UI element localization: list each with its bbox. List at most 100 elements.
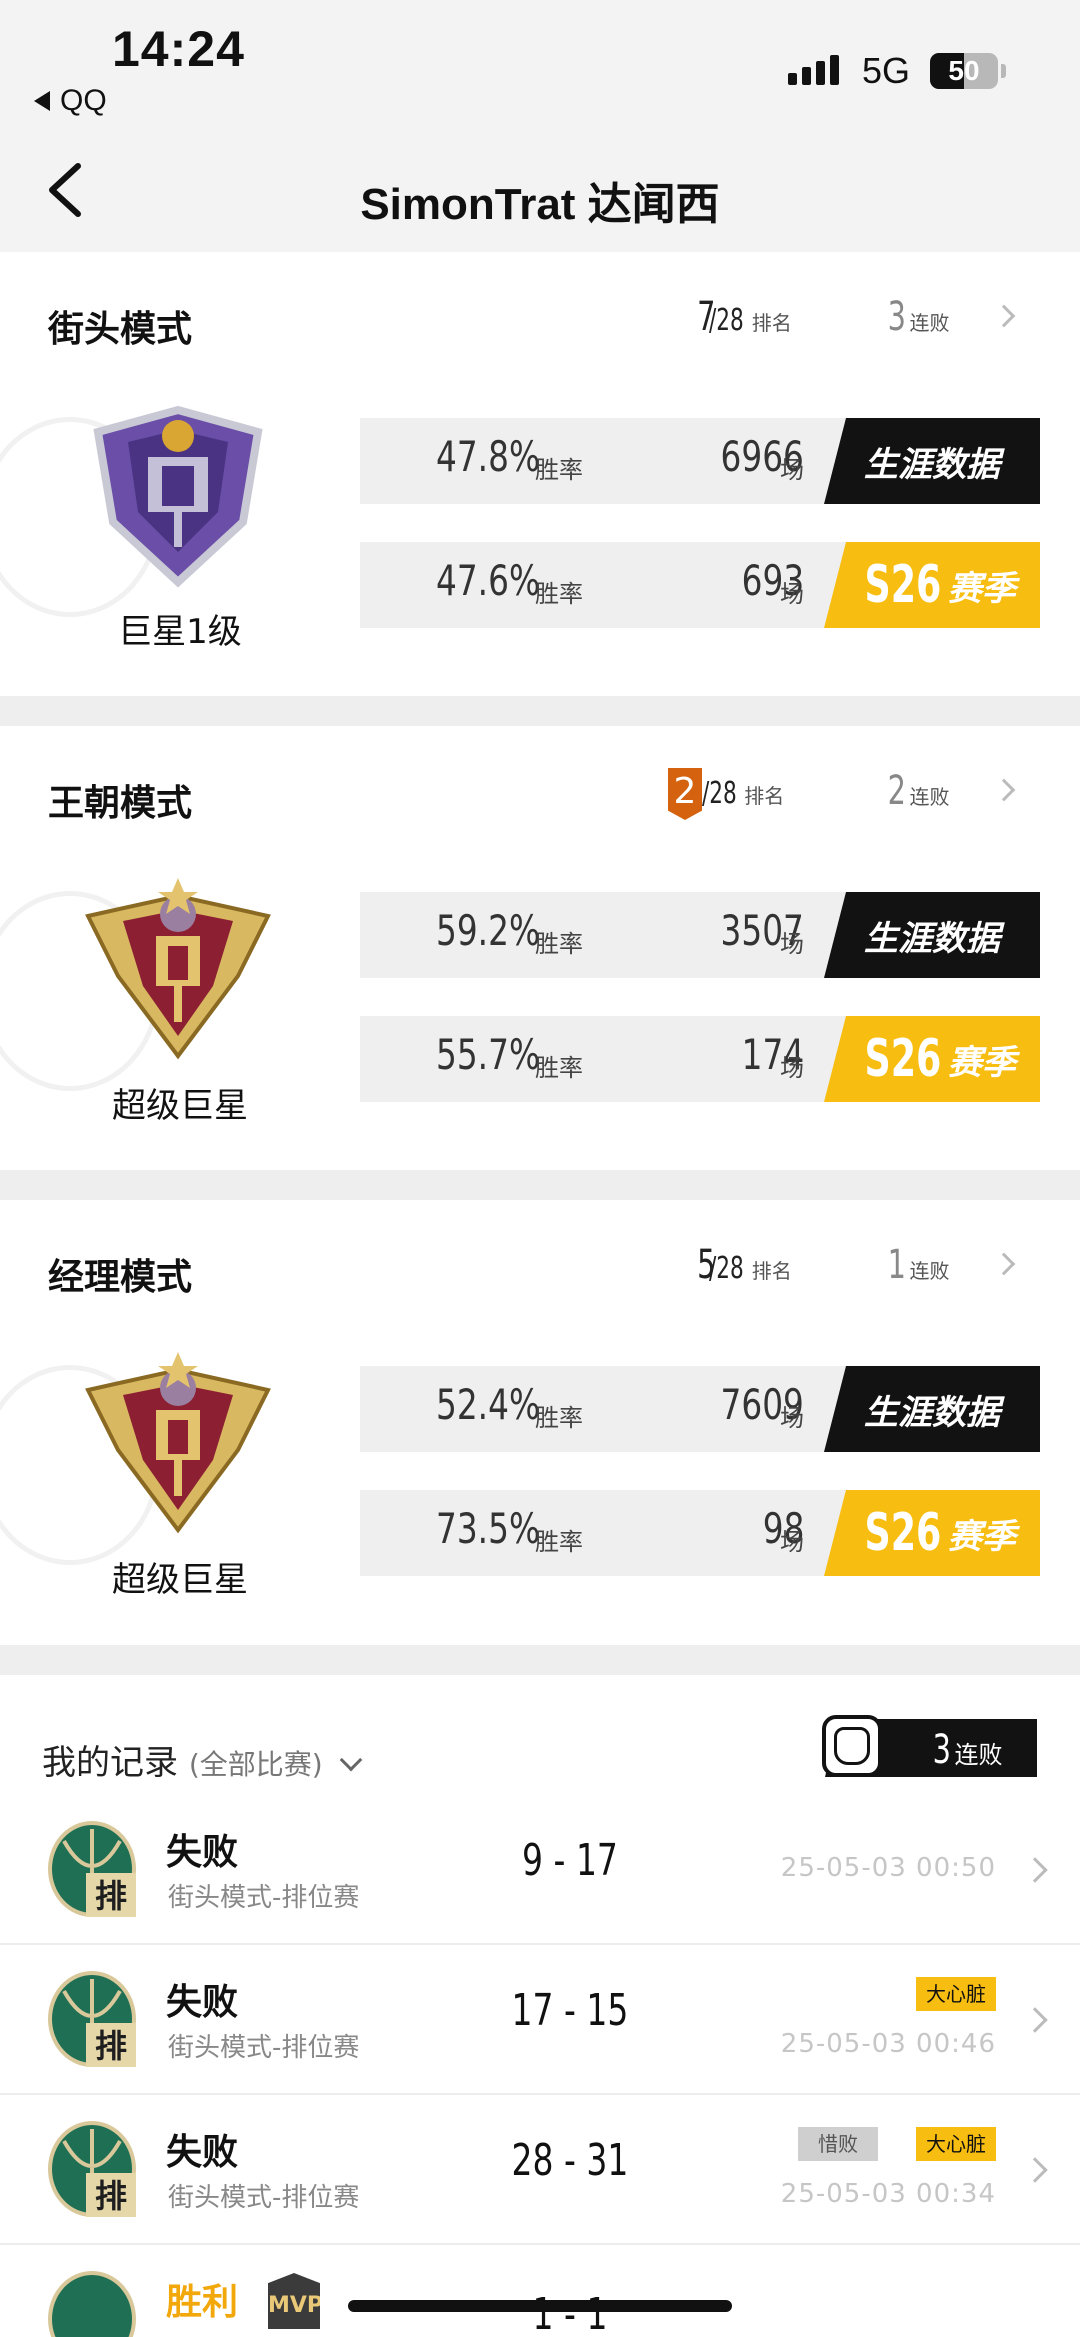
record-row[interactable]: 排 失败 街头模式-排位赛 9 - 17 25-05-03 00:50 xyxy=(0,1795,1080,1945)
season-stats-row[interactable]: 47.6% 胜率 693 场 S26 赛季 xyxy=(360,542,1040,628)
games-label: 场 xyxy=(780,1054,804,1082)
record-row[interactable]: 排 失败 街头模式-排位赛 17 - 15 大心脏 25-05-03 00:46 xyxy=(0,1945,1080,2095)
records-header[interactable]: 我的记录 (全部比赛) xyxy=(42,1735,363,1784)
winrate-label: 胜率 xyxy=(535,1054,583,1082)
mode-title: 王朝模式 xyxy=(48,783,193,824)
logo-text: 排 xyxy=(95,2027,127,2065)
loss-streak-label: 连败 xyxy=(954,1741,1003,1769)
mode-card-manager: 经理模式 5 /28 排名 1 连败 超级巨星 52.4% 胜率 7609 场 … xyxy=(0,1200,1080,1644)
tier-name: 巨星1级 xyxy=(118,612,242,652)
streak-label: 连败 xyxy=(909,311,950,335)
winrate-label: 胜率 xyxy=(535,456,583,484)
season-stats-row[interactable]: 73.5% 胜率 98 场 S26 赛季 xyxy=(360,1490,1040,1576)
winrate-value: 55.7% xyxy=(436,1030,541,1079)
records-title: 我的记录 xyxy=(42,1743,178,1783)
games-label: 场 xyxy=(780,456,804,484)
season-number: S26 xyxy=(864,1503,942,1563)
rank-badge: 2 xyxy=(668,768,702,820)
winrate-label: 胜率 xyxy=(535,930,583,958)
streak-value: 1 xyxy=(887,1242,906,1288)
ranked-match-logo-icon: 排 xyxy=(48,2121,136,2217)
back-to-app[interactable]: QQ xyxy=(34,84,107,118)
mode-title: 经理模式 xyxy=(48,1257,193,1298)
season-button[interactable]: S26 赛季 xyxy=(824,542,1040,628)
record-result: 失败 xyxy=(166,1832,239,1873)
streak-label: 连败 xyxy=(909,785,950,809)
mode-detail-chevron-icon[interactable] xyxy=(992,778,1016,802)
records-filter[interactable]: (全部比赛) xyxy=(189,1748,323,1781)
career-stats-row[interactable]: 47.8% 胜率 6966 场 生涯数据 xyxy=(360,418,1040,504)
mode-detail-chevron-icon[interactable] xyxy=(992,1252,1016,1276)
section-divider xyxy=(0,1645,1080,1675)
record-mode: 街头模式-排位赛 xyxy=(168,1883,360,1913)
mode-title: 街头模式 xyxy=(48,309,193,350)
battery-level: 50 xyxy=(948,55,980,86)
streak-value: 2 xyxy=(887,768,906,814)
career-stats-row[interactable]: 52.4% 胜率 7609 场 生涯数据 xyxy=(360,1366,1040,1452)
career-data-label: 生涯数据 xyxy=(864,918,1000,959)
mode-card-dynasty: 王朝模式 2 /28 排名 2 连败 超级巨星 59.2% 胜率 3507 场 … xyxy=(0,726,1080,1170)
network-label: 5G xyxy=(862,50,911,91)
status-time: 14:24 xyxy=(112,21,245,77)
career-data-button[interactable]: 生涯数据 xyxy=(824,892,1040,978)
winrate-value: 52.4% xyxy=(436,1380,541,1429)
mode-rank: 7 /28 排名 xyxy=(690,294,792,340)
page-title: SimonTrat 达闻西 xyxy=(360,180,720,229)
record-chevron-icon[interactable] xyxy=(1022,2007,1048,2033)
season-button[interactable]: S26 赛季 xyxy=(824,1490,1040,1576)
record-mode: 街头模式-排位赛 xyxy=(168,2033,360,2063)
games-label: 场 xyxy=(780,1404,804,1432)
home-indicator[interactable] xyxy=(348,2300,732,2312)
career-data-button[interactable]: 生涯数据 xyxy=(824,1366,1040,1452)
career-stats-row[interactable]: 59.2% 胜率 3507 场 生涯数据 xyxy=(360,892,1040,978)
record-score: 9 - 17 xyxy=(522,1835,618,1886)
winrate-label: 胜率 xyxy=(535,1528,583,1556)
season-label: 赛季 xyxy=(947,1516,1016,1557)
career-data-button[interactable]: 生涯数据 xyxy=(824,418,1040,504)
winrate-value: 73.5% xyxy=(436,1504,541,1553)
winrate-label: 胜率 xyxy=(535,580,583,608)
tier-emblem-gold-icon xyxy=(85,1352,271,1534)
record-result: 失败 xyxy=(166,2132,239,2173)
mode-streak: 1 连败 xyxy=(884,1242,950,1288)
season-button[interactable]: S26 赛季 xyxy=(824,1016,1040,1102)
record-row[interactable]: 排 失败 街头模式-排位赛 28 - 31 惜败 大心脏 25-05-03 00… xyxy=(0,2095,1080,2245)
career-data-label: 生涯数据 xyxy=(864,1392,1000,1433)
logo-text: 排 xyxy=(95,1877,127,1915)
record-row[interactable]: 胜利 MVP 1 - 1 xyxy=(0,2245,1080,2337)
mode-streak: 3 连败 xyxy=(884,294,950,340)
clutch-tag: 大心脏 xyxy=(916,1977,996,2011)
winrate-value: 47.8% xyxy=(436,432,541,481)
signal-icon xyxy=(788,55,839,85)
tier-name: 超级巨星 xyxy=(112,1560,248,1600)
rank-label: 排名 xyxy=(751,311,792,335)
rank-label: 排名 xyxy=(744,784,785,808)
record-time: 25-05-03 00:46 xyxy=(780,2029,996,2059)
winrate-label: 胜率 xyxy=(535,1404,583,1432)
record-chevron-icon[interactable] xyxy=(1022,2157,1048,2183)
mode-detail-chevron-icon[interactable] xyxy=(992,304,1016,328)
section-divider xyxy=(0,696,1080,726)
clutch-tag: 大心脏 xyxy=(916,2127,996,2161)
streak-label: 连败 xyxy=(909,1259,950,1283)
chevron-down-icon[interactable] xyxy=(340,1748,363,1772)
season-label: 赛季 xyxy=(947,1042,1016,1083)
season-stats-row[interactable]: 55.7% 胜率 174 场 S26 赛季 xyxy=(360,1016,1040,1102)
ranked-match-logo-icon: 排 xyxy=(48,1821,136,1917)
logo-text: 排 xyxy=(95,2177,127,2215)
record-score: 1 - 1 xyxy=(532,2289,608,2337)
record-chevron-icon[interactable] xyxy=(1022,1857,1048,1883)
games-label: 场 xyxy=(780,1528,804,1556)
ranked-match-logo-icon: 排 xyxy=(48,1971,136,2067)
mode-rank: 2 /28 排名 xyxy=(668,768,784,820)
record-score: 28 - 31 xyxy=(511,2135,629,2186)
winrate-value: 59.2% xyxy=(436,906,541,955)
match-records: 我的记录 (全部比赛) 3 连败 排 失败 街头模式-排位赛 9 - 17 25-… xyxy=(0,1675,1080,2337)
season-number: S26 xyxy=(864,555,942,615)
tier-name: 超级巨星 xyxy=(112,1086,248,1126)
career-data-label: 生涯数据 xyxy=(864,444,1000,485)
back-triangle-icon xyxy=(34,91,50,111)
season-number: S26 xyxy=(864,1029,942,1089)
narrow-loss-tag: 惜败 xyxy=(798,2127,878,2161)
tier-emblem-purple-icon xyxy=(93,405,263,588)
